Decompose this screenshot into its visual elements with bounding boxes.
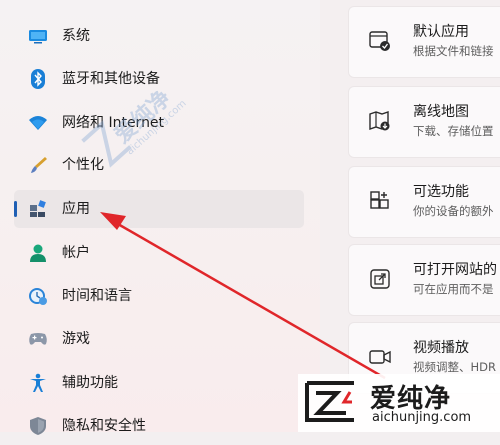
- sidebar-item-label: 系统: [62, 28, 90, 44]
- card-default-apps[interactable]: 默认应用 根据文件和链接: [348, 6, 500, 78]
- sidebar-item-label: 辅助功能: [62, 375, 118, 391]
- watermark-logo: 爱纯净 aichunjing.com: [298, 374, 500, 432]
- video-icon: [369, 346, 391, 368]
- sidebar-item-time-language[interactable]: 时间和语言: [14, 277, 304, 315]
- shield-icon: [28, 416, 48, 436]
- clock-globe-icon: [28, 286, 48, 306]
- sidebar-item-system[interactable]: 系统: [14, 17, 304, 55]
- card-title: 默认应用: [413, 24, 469, 40]
- apps-icon: [28, 199, 48, 219]
- card-offline-maps[interactable]: 离线地图 下载、存储位置: [348, 86, 500, 158]
- logo-mark-icon: [305, 381, 354, 422]
- card-desc: 视频调整、HDR: [413, 360, 496, 374]
- optional-features-icon: [369, 190, 391, 212]
- sidebar-item-label: 帐户: [62, 245, 90, 261]
- wifi-icon: [28, 113, 48, 133]
- sidebar-item-accessibility[interactable]: 辅助功能: [14, 364, 304, 402]
- sidebar-item-label: 游戏: [62, 331, 90, 347]
- card-title: 离线地图: [413, 104, 469, 120]
- card-title: 可选功能: [413, 184, 469, 200]
- card-desc: 根据文件和链接: [413, 44, 494, 58]
- card-desc: 下载、存储位置: [413, 124, 494, 138]
- sidebar-item-gaming[interactable]: 游戏: [14, 320, 304, 358]
- sidebar-item-accounts[interactable]: 帐户: [14, 234, 304, 272]
- offline-map-icon: [369, 110, 391, 132]
- monitor-icon: [28, 26, 48, 46]
- bluetooth-icon: [28, 69, 48, 89]
- sidebar-item-label: 隐私和安全性: [62, 418, 146, 434]
- sidebar-item-privacy[interactable]: 隐私和安全性: [14, 407, 304, 445]
- sidebar-item-label: 应用: [62, 201, 90, 217]
- accessibility-icon: [28, 373, 48, 393]
- gamepad-icon: [28, 329, 48, 349]
- logo-url: aichunjing.com: [372, 410, 472, 425]
- open-web-icon: [369, 268, 391, 290]
- card-title: 视频播放: [413, 340, 469, 356]
- card-desc: 可在应用而不是: [413, 282, 494, 296]
- card-desc: 你的设备的额外: [413, 204, 494, 218]
- person-icon: [28, 243, 48, 263]
- default-apps-icon: [369, 30, 391, 52]
- card-optional-features[interactable]: 可选功能 你的设备的额外: [348, 166, 500, 238]
- card-apps-for-websites[interactable]: 可打开网站的 可在应用而不是: [348, 244, 500, 316]
- apps-content: 默认应用 根据文件和链接 离线地图 下载、存储位置 可选功能 你的设备的额外 可…: [320, 0, 500, 432]
- selection-indicator: [14, 201, 17, 217]
- settings-sidebar: 系统 蓝牙和其他设备 网络和 Internet 个性化 应用 帐户 时间和语言 …: [0, 0, 320, 435]
- card-title: 可打开网站的: [413, 262, 497, 278]
- sidebar-item-label: 时间和语言: [62, 288, 132, 304]
- brush-icon: [28, 155, 48, 175]
